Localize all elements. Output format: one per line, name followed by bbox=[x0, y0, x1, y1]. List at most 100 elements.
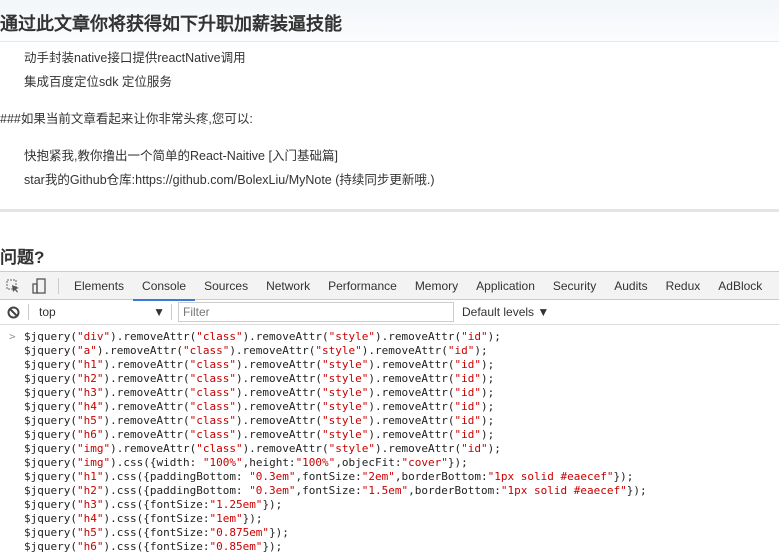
link-item[interactable]: 快抱紧我,教你撸出一个简单的React-Naitive [入门基础篇] bbox=[24, 145, 338, 164]
article-heading: 通过此文章你将获得如下升职加薪装逼技能 bbox=[0, 14, 342, 34]
code-token: ); bbox=[480, 386, 495, 399]
console-line: $jquery("h4").css({fontSize:"1em"}); bbox=[0, 512, 779, 526]
string-token: "id" bbox=[454, 372, 481, 385]
code-token: ).removeAttr( bbox=[368, 414, 455, 427]
string-token: "2em" bbox=[361, 470, 395, 483]
code-token: }); bbox=[262, 498, 283, 511]
string-token: "style" bbox=[322, 414, 369, 427]
code-token: ,borderBottom: bbox=[394, 470, 488, 483]
code-token: ).css({width: bbox=[110, 456, 203, 469]
code-token: ).removeAttr( bbox=[242, 330, 329, 343]
string-token: "h1" bbox=[76, 358, 104, 371]
string-token: "class" bbox=[189, 372, 236, 385]
code-token: ,fontSize: bbox=[295, 484, 362, 497]
string-token: "1.25em" bbox=[209, 498, 263, 511]
console-line: $jquery("h3").removeAttr("class").remove… bbox=[0, 386, 779, 400]
tab-sources[interactable]: Sources bbox=[195, 272, 257, 300]
divider bbox=[0, 209, 779, 212]
clear-console-icon[interactable] bbox=[0, 298, 26, 326]
string-token: "class" bbox=[196, 330, 243, 343]
string-token: "id" bbox=[447, 344, 475, 357]
string-token: "id" bbox=[454, 358, 481, 371]
string-token: "1px solid #eaecef" bbox=[500, 484, 627, 497]
tab-memory[interactable]: Memory bbox=[406, 272, 467, 300]
tab-console[interactable]: Console bbox=[133, 272, 196, 301]
code-token: }); bbox=[613, 470, 634, 483]
string-token: "0.875em" bbox=[209, 526, 270, 539]
code-token: $jquery( bbox=[24, 498, 77, 511]
string-token: "id" bbox=[454, 414, 481, 427]
string-token: "h5" bbox=[76, 526, 104, 539]
dropdown-arrow-icon: ▼ bbox=[153, 305, 165, 319]
string-token: "cover" bbox=[401, 456, 448, 469]
log-levels-dropdown[interactable]: Default levels ▼ bbox=[462, 305, 549, 319]
code-token: ).removeAttr( bbox=[368, 358, 455, 371]
code-token: $jquery( bbox=[24, 526, 77, 539]
console-output[interactable]: > $jquery("div").removeAttr("class").remo… bbox=[0, 325, 779, 554]
code-token: ); bbox=[480, 358, 495, 371]
code-token: ); bbox=[474, 344, 488, 357]
string-token: "style" bbox=[315, 344, 362, 357]
console-line: $jquery("h2").css({paddingBottom: "0.3em… bbox=[0, 484, 779, 498]
code-token: ).removeAttr( bbox=[242, 442, 329, 455]
tab-network[interactable]: Network bbox=[257, 272, 319, 300]
string-token: "h2" bbox=[76, 484, 104, 497]
code-token: $jquery( bbox=[24, 442, 77, 455]
inspect-element-icon[interactable] bbox=[0, 272, 26, 300]
code-token: ).removeAttr( bbox=[235, 414, 323, 427]
context-select[interactable]: top ▼ bbox=[31, 305, 171, 319]
devtools-panel: Elements Console Sources Network Performance… bbox=[0, 271, 779, 558]
string-token: "h4" bbox=[76, 512, 104, 525]
string-token: "style" bbox=[328, 442, 376, 455]
code-token: ).removeAttr( bbox=[235, 372, 323, 385]
string-token: "h6" bbox=[76, 540, 104, 553]
filter-input[interactable]: Filter bbox=[178, 302, 454, 322]
tab-redux[interactable]: Redux bbox=[657, 272, 710, 300]
link-item[interactable]: star我的Github仓库:https://github.com/BolexL… bbox=[24, 169, 435, 188]
string-token: "id" bbox=[454, 400, 481, 413]
code-token: ).css({fontSize: bbox=[103, 498, 210, 511]
code-token: ); bbox=[480, 400, 495, 413]
string-token: "style" bbox=[322, 428, 369, 441]
string-token: "h6" bbox=[76, 428, 104, 441]
string-token: "1.5em" bbox=[361, 484, 409, 497]
separator bbox=[58, 277, 59, 294]
string-token: "style" bbox=[328, 330, 376, 343]
code-token: ).removeAttr( bbox=[110, 330, 197, 343]
device-toolbar-icon[interactable] bbox=[26, 272, 52, 300]
code-token: ); bbox=[480, 372, 495, 385]
tab-performance[interactable]: Performance bbox=[319, 272, 406, 300]
code-token: $jquery( bbox=[24, 386, 77, 399]
string-token: "class" bbox=[189, 414, 236, 427]
console-line: $jquery("h6").css({fontSize:"0.85em"}); bbox=[0, 540, 779, 554]
console-line: $jquery("img").css({width: "100%",height… bbox=[0, 456, 779, 470]
code-token: ).removeAttr( bbox=[103, 400, 190, 413]
code-token: }); bbox=[262, 540, 283, 553]
code-token: ).css({fontSize: bbox=[103, 540, 210, 553]
string-token: "style" bbox=[322, 400, 369, 413]
code-token: ,objecFit: bbox=[335, 456, 402, 469]
console-line: $jquery("img").removeAttr("class").remov… bbox=[0, 442, 779, 456]
string-token: "img" bbox=[76, 442, 111, 455]
string-token: "class" bbox=[182, 344, 230, 357]
tab-security[interactable]: Security bbox=[544, 272, 605, 300]
string-token: "h4" bbox=[76, 400, 104, 413]
code-token: ).removeAttr( bbox=[235, 358, 323, 371]
code-token: }); bbox=[269, 526, 289, 539]
code-token: ).removeAttr( bbox=[235, 400, 323, 413]
code-token: ).css({fontSize: bbox=[103, 512, 210, 525]
tab-audits[interactable]: Audits bbox=[605, 272, 656, 300]
tab-adblock[interactable]: AdBlock bbox=[709, 272, 771, 300]
separator bbox=[28, 304, 29, 320]
code-token: $jquery( bbox=[24, 330, 77, 343]
code-token: ).removeAttr( bbox=[368, 372, 455, 385]
code-token: ).css({fontSize: bbox=[103, 526, 210, 539]
tab-elements[interactable]: Elements bbox=[65, 272, 133, 300]
string-token: "class" bbox=[189, 428, 236, 441]
string-token: "div" bbox=[76, 330, 111, 343]
code-token: $jquery( bbox=[24, 372, 77, 385]
string-token: "h3" bbox=[76, 498, 104, 511]
tab-application[interactable]: Application bbox=[467, 272, 544, 300]
string-token: "style" bbox=[322, 386, 369, 399]
string-token: "class" bbox=[196, 442, 243, 455]
